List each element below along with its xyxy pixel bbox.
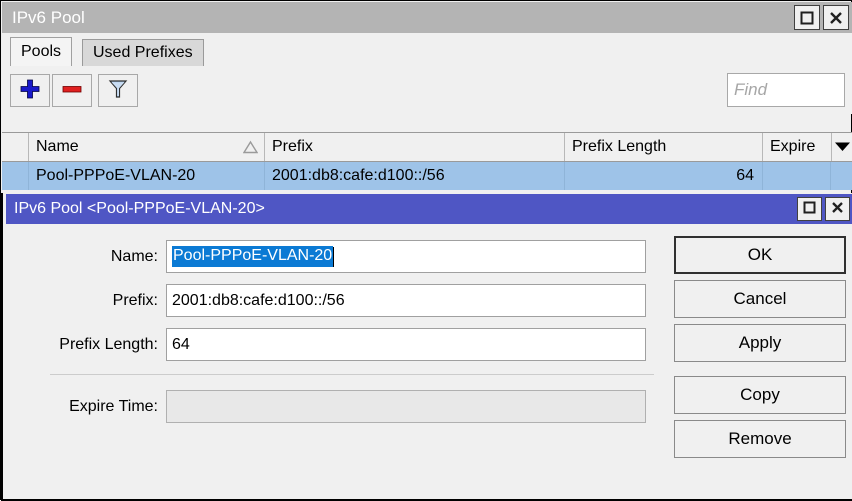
dialog-title: IPv6 Pool <Pool-PPPoE-VLAN-20>	[6, 200, 265, 218]
apply-button[interactable]: Apply	[674, 324, 846, 362]
close-button[interactable]	[823, 5, 849, 30]
ipv6-pool-edit-dialog: IPv6 Pool <Pool-PPPoE-VLAN-20>	[1, 193, 852, 501]
prefix-length-field-value: 64	[172, 336, 190, 354]
close-icon	[831, 201, 844, 218]
column-header-flag[interactable]	[2, 133, 29, 161]
dialog-action-buttons: OK Cancel Apply Copy Remove	[674, 236, 846, 464]
name-field-value: Pool-PPPoE-VLAN-20	[172, 246, 333, 267]
minus-icon	[61, 78, 83, 104]
table-row-padding	[831, 162, 852, 190]
column-header-prefix-label: Prefix	[272, 138, 313, 156]
table-cell-flag	[2, 162, 29, 190]
tabstrip: Pools Used Prefixes	[2, 33, 852, 66]
name-label: Name:	[6, 248, 166, 266]
column-chooser-button[interactable]	[831, 133, 852, 161]
remove-button[interactable]	[52, 74, 92, 107]
main-window-titlebar: IPv6 Pool	[2, 2, 852, 33]
tab-pools-label: Pools	[21, 43, 61, 61]
table-cell-prefix-length: 64	[565, 162, 763, 190]
form-row-expire-time: Expire Time:	[6, 390, 646, 423]
prefix-field[interactable]: 2001:db8:cafe:d100::/56	[166, 284, 646, 317]
close-icon	[829, 11, 843, 25]
table-row[interactable]: Pool-PPPoE-VLAN-20 2001:db8:cafe:d100::/…	[2, 162, 852, 190]
dialog-close-button[interactable]	[825, 197, 850, 221]
search-box[interactable]	[727, 73, 845, 107]
copy-button[interactable]: Copy	[674, 376, 846, 414]
form-row-prefix: Prefix: 2001:db8:cafe:d100::/56	[6, 284, 646, 317]
column-header-name-label: Name	[36, 138, 79, 156]
cancel-button[interactable]: Cancel	[674, 280, 846, 318]
column-header-prefix-length[interactable]: Prefix Length	[565, 133, 763, 161]
filter-button[interactable]	[98, 74, 138, 107]
remove-button[interactable]: Remove	[674, 420, 846, 458]
tab-pools[interactable]: Pools	[10, 37, 72, 66]
button-group-gap	[674, 368, 846, 376]
prefix-field-value: 2001:db8:cafe:d100::/56	[172, 292, 345, 310]
tab-used-prefixes[interactable]: Used Prefixes	[82, 39, 204, 66]
column-header-prefix-length-label: Prefix Length	[572, 138, 666, 156]
toolbar	[2, 66, 852, 114]
form-row-prefix-length: Prefix Length: 64	[6, 328, 646, 361]
dialog-body: Name: Pool-PPPoE-VLAN-20 Prefix: 2001:db…	[6, 224, 852, 498]
dialog-titlebar: IPv6 Pool <Pool-PPPoE-VLAN-20>	[6, 194, 852, 224]
text-caret	[333, 247, 334, 267]
dialog-maximize-button[interactable]	[797, 197, 822, 221]
maximize-button[interactable]	[794, 5, 820, 30]
table-cell-prefix: 2001:db8:cafe:d100::/56	[265, 162, 565, 190]
table-header-row: Name Prefix Prefix Length Expire	[2, 132, 852, 162]
column-header-name[interactable]: Name	[29, 133, 265, 161]
expire-time-field	[166, 390, 646, 423]
search-input[interactable]	[728, 80, 844, 100]
prefix-length-field[interactable]: 64	[166, 328, 646, 361]
form-row-name: Name: Pool-PPPoE-VLAN-20	[6, 240, 646, 273]
expire-time-label: Expire Time:	[6, 398, 166, 416]
plus-icon	[19, 78, 41, 104]
tab-used-prefixes-label: Used Prefixes	[93, 44, 193, 62]
ok-button[interactable]: OK	[674, 236, 846, 274]
column-header-expire[interactable]: Expire	[763, 133, 831, 161]
form-separator	[50, 374, 654, 375]
table-cell-name: Pool-PPPoE-VLAN-20	[29, 162, 265, 190]
sort-ascending-icon	[243, 140, 258, 159]
pools-table: Name Prefix Prefix Length Expire	[2, 132, 852, 190]
table-cell-expire	[763, 162, 831, 190]
name-field[interactable]: Pool-PPPoE-VLAN-20	[166, 240, 646, 273]
column-header-prefix[interactable]: Prefix	[265, 133, 565, 161]
column-header-expire-label: Expire	[770, 138, 815, 156]
ipv6-pool-window: IPv6 Pool Pools Used Prefixes	[0, 0, 852, 500]
maximize-icon	[800, 11, 814, 25]
funnel-icon	[108, 78, 128, 104]
main-window-title: IPv6 Pool	[2, 8, 85, 28]
add-button[interactable]	[10, 74, 50, 107]
prefix-label: Prefix:	[6, 292, 166, 310]
prefix-length-label: Prefix Length:	[6, 336, 166, 354]
maximize-icon	[803, 201, 816, 218]
chevron-down-icon	[834, 139, 851, 156]
